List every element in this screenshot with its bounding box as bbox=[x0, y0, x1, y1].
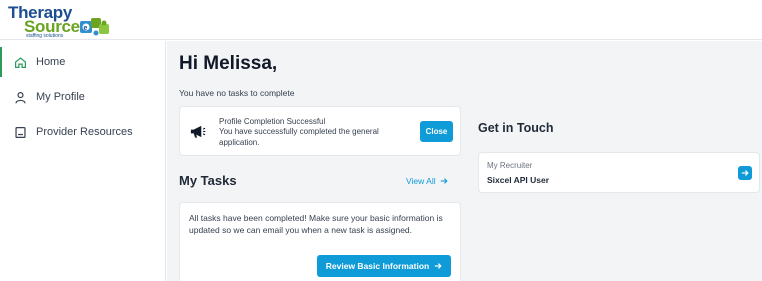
top-header: Therapy Source staffing solutions e bbox=[0, 0, 762, 40]
review-button-label: Review Basic Information bbox=[325, 261, 430, 271]
puzzle-icon: e bbox=[80, 18, 109, 36]
tasks-card: All tasks have been completed! Make sure… bbox=[179, 202, 461, 281]
notice-title: Profile Completion Successful bbox=[219, 117, 326, 126]
review-basic-information-button[interactable]: Review Basic Information bbox=[317, 255, 451, 277]
user-icon bbox=[13, 90, 27, 104]
notice-description: You have successfully completed the gene… bbox=[219, 127, 379, 147]
no-tasks-text: You have no tasks to complete bbox=[179, 88, 295, 98]
megaphone-icon bbox=[190, 125, 206, 138]
view-all-label: View All bbox=[406, 176, 436, 186]
sidebar-item-label: Provider Resources bbox=[36, 126, 133, 138]
svg-text:e: e bbox=[84, 25, 88, 32]
page-title: Hi Melissa, bbox=[179, 53, 278, 74]
recruiter-label: My Recruiter bbox=[487, 161, 533, 170]
recruiter-open-button[interactable] bbox=[738, 166, 752, 180]
view-all-link[interactable]: View All bbox=[406, 176, 448, 186]
my-tasks-heading: My Tasks bbox=[179, 173, 237, 188]
sidebar-item-label: My Profile bbox=[36, 91, 85, 103]
tasks-message: All tasks have been completed! Make sure… bbox=[189, 213, 443, 235]
arrow-right-icon bbox=[741, 170, 749, 176]
profile-completion-notice: Profile Completion Successful You have s… bbox=[179, 106, 461, 156]
sidebar-item-home[interactable]: Home bbox=[0, 47, 166, 77]
sidebar-item-my-profile[interactable]: My Profile bbox=[0, 82, 166, 112]
recruiter-card[interactable]: My Recruiter Sixcel API User bbox=[478, 152, 760, 193]
get-in-touch-heading: Get in Touch bbox=[478, 121, 554, 135]
close-button[interactable]: Close bbox=[420, 121, 453, 142]
arrow-right-icon bbox=[440, 178, 448, 184]
therapy-source-logo[interactable]: Therapy Source staffing solutions e bbox=[6, 3, 112, 39]
recruiter-name: Sixcel API User bbox=[487, 175, 550, 185]
sidebar: Home My Profile Provider Resources bbox=[0, 41, 166, 281]
sidebar-item-label: Home bbox=[36, 56, 66, 68]
main-content: Hi Melissa, You have no tasks to complet… bbox=[167, 41, 762, 281]
home-icon bbox=[13, 55, 27, 69]
sidebar-item-provider-resources[interactable]: Provider Resources bbox=[0, 117, 166, 147]
book-icon bbox=[13, 125, 27, 139]
logo-tagline: staffing solutions bbox=[26, 33, 64, 39]
arrow-right-icon bbox=[435, 263, 442, 269]
